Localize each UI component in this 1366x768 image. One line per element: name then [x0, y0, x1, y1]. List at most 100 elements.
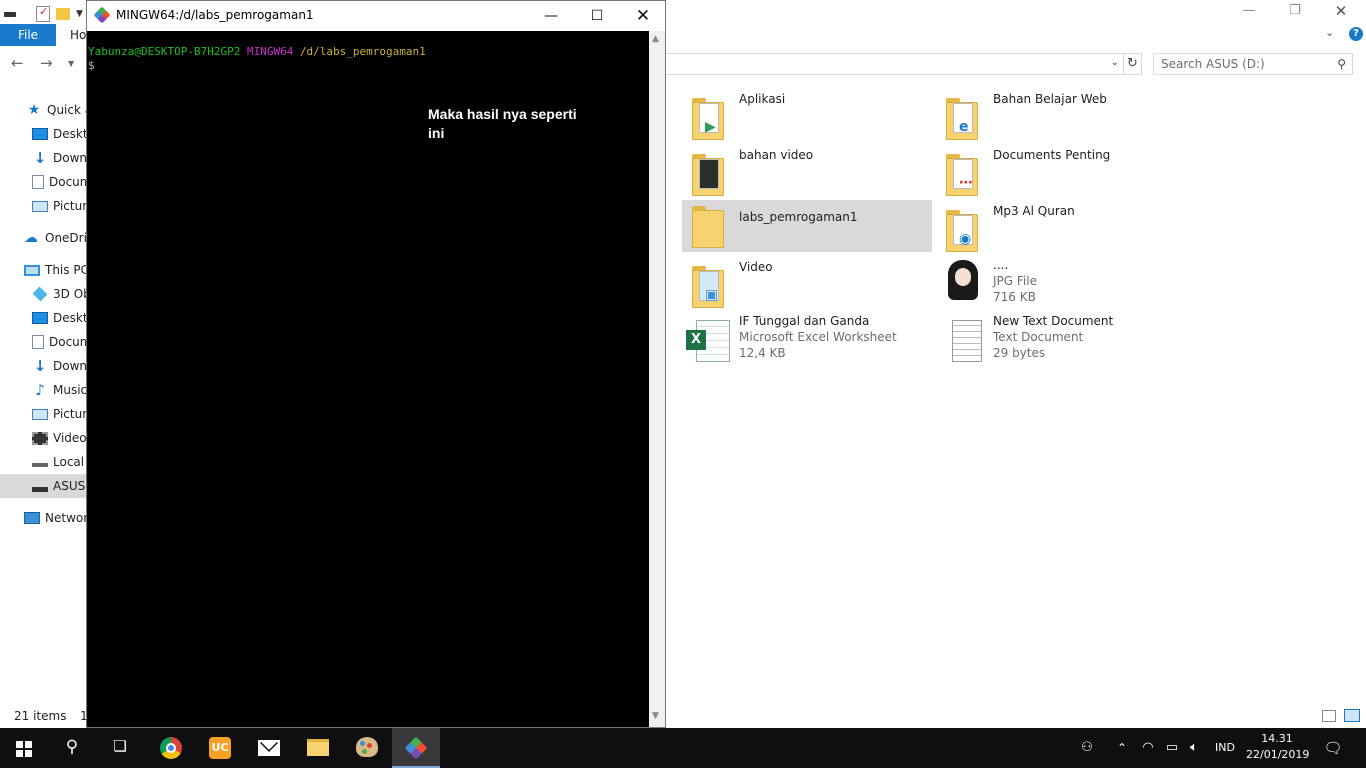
music-icon: ♪ [35, 381, 45, 399]
file-item-labs-pemrogaman1[interactable]: labs_pemrogaman1 [682, 200, 932, 252]
clock[interactable]: 14.31 22/01/2019 [1246, 731, 1310, 763]
sidebar-item-label: Desktop [53, 127, 86, 141]
sidebar-item-videos[interactable]: Videos [0, 426, 86, 450]
customize-toolbar-icon[interactable]: ▼ [76, 9, 83, 19]
sidebar-item-onedrive[interactable]: ☁ OneDrive [0, 226, 86, 250]
search-button[interactable]: ⚲ [48, 728, 96, 768]
large-icons-view-icon[interactable] [1344, 709, 1360, 722]
tab-file[interactable]: File [0, 24, 56, 46]
sidebar-item-local-disk[interactable]: Local Disk (C:) [0, 450, 86, 474]
taskbar: ⚲ ❏ UC ⚇ ⌃ ◠ ▭ 🔈︎ IND 14.31 22/01/2019 🗨… [0, 728, 1366, 768]
minimize-button[interactable]: — [1226, 0, 1272, 22]
taskbar-app-uc-browser[interactable]: UC [196, 728, 244, 768]
maximize-button[interactable]: ☐ [574, 1, 620, 31]
git-bash-window[interactable]: MINGW64:/d/labs_pemrogaman1 — ☐ ✕ Yabunz… [86, 0, 666, 728]
new-folder-icon[interactable] [56, 8, 70, 20]
file-size: 716 KB [993, 290, 1036, 304]
sidebar-item-desktop[interactable]: Desktop [0, 122, 86, 146]
sidebar-item-documents[interactable]: Documents [0, 170, 86, 194]
close-button[interactable]: ✕ [1318, 0, 1364, 22]
refresh-icon[interactable]: ↻ [1124, 53, 1142, 75]
language-indicator[interactable]: IND [1212, 728, 1238, 768]
file-item-jpg[interactable]: .... JPG File 716 KB [936, 256, 1186, 308]
file-size: 29 bytes [993, 346, 1046, 360]
sidebar-item-label: OneDrive [45, 231, 86, 245]
tab-home[interactable]: Ho [70, 24, 86, 46]
notification-icon[interactable]: 🗨︎ [1318, 728, 1348, 768]
sidebar-item-pictures[interactable]: Pictures [0, 194, 86, 218]
pictures-icon [32, 200, 48, 212]
sidebar-item-pictures-pc[interactable]: Pictures [0, 402, 86, 426]
close-button[interactable]: ✕ [620, 1, 666, 31]
search-input[interactable]: Search ASUS (D:) ⚲ [1153, 53, 1353, 75]
scrollbar[interactable]: ▲ ▼ [649, 31, 665, 727]
wifi-icon[interactable]: ◠ [1138, 728, 1158, 768]
properties-icon[interactable] [36, 5, 50, 22]
taskbar-app-paint[interactable] [343, 728, 391, 768]
battery-icon[interactable]: ▭ [1162, 728, 1182, 768]
search-icon: ⚲ [1337, 57, 1346, 71]
chevron-up-icon[interactable]: ⌃ [1112, 728, 1132, 768]
file-item-bahan-belajar-web[interactable]: e Bahan Belajar Web [936, 92, 1186, 144]
terminal-output[interactable]: Yabunza@DESKTOP-B7H2GP2 MINGW64 /d/labs_… [87, 31, 649, 727]
download-icon: ↓ [33, 149, 47, 167]
sidebar-item-downloads[interactable]: ↓ Downloads [0, 146, 86, 170]
task-view-icon: ❏ [113, 737, 127, 755]
sidebar-item-documents-pc[interactable]: Documents [0, 330, 86, 354]
sidebar-item-asus-drive[interactable]: ASUS (D:) [0, 474, 86, 498]
desktop-icon [32, 128, 48, 140]
minimize-button[interactable]: — [528, 1, 574, 31]
details-view-icon[interactable] [1322, 710, 1336, 722]
prompt-path: /d/labs_pemrogaman1 [299, 45, 426, 58]
volume-icon[interactable]: 🔈︎ [1184, 728, 1204, 768]
file-item-documents-penting[interactable]: ⋯ Documents Penting [936, 148, 1186, 200]
sidebar-item-label: Pictures [53, 407, 86, 421]
people-icon[interactable]: ⚇ [1076, 728, 1098, 768]
folder-icon [692, 152, 726, 196]
help-icon[interactable]: ? [1349, 27, 1363, 41]
sidebar-item-label: Quick access [47, 103, 86, 117]
excel-icon: X [686, 318, 730, 362]
sidebar-item-label: 3D Objects [53, 287, 86, 301]
taskbar-app-git-bash[interactable] [392, 728, 440, 768]
windows-start-icon [16, 741, 32, 757]
scroll-up-icon[interactable]: ▲ [652, 34, 659, 44]
sidebar-item-this-pc[interactable]: This PC [0, 258, 86, 282]
sidebar-item-downloads-pc[interactable]: ↓ Downloads [0, 354, 86, 378]
terminal-titlebar[interactable]: MINGW64:/d/labs_pemrogaman1 — ☐ ✕ [87, 1, 665, 31]
task-view-button[interactable]: ❏ [96, 728, 144, 768]
address-bar[interactable]: ⌄ [664, 53, 1124, 75]
sidebar-item-music[interactable]: ♪ Music [0, 378, 86, 402]
drive-icon[interactable] [4, 11, 16, 17]
restore-button[interactable]: ❐ [1272, 0, 1318, 22]
file-item-new-text-document[interactable]: New Text Document Text Document 29 bytes [936, 314, 1186, 366]
taskbar-app-mail[interactable] [245, 728, 293, 768]
chevron-down-icon[interactable]: ⌄ [1111, 57, 1119, 68]
sidebar-item-network[interactable]: Network [0, 506, 86, 530]
file-name: Bahan Belajar Web [993, 92, 1107, 106]
file-item-mp3-al-quran[interactable]: ◉ Mp3 Al Quran [936, 204, 1186, 256]
folder-icon: ⋯ [946, 152, 980, 196]
file-item-aplikasi[interactable]: ▶ Aplikasi [682, 92, 932, 144]
sidebar-item-desktop-pc[interactable]: Desktop [0, 306, 86, 330]
taskbar-app-file-explorer[interactable] [294, 728, 342, 768]
git-icon [93, 6, 111, 24]
back-arrow-icon[interactable]: ← [11, 54, 24, 72]
taskbar-app-chrome[interactable] [147, 728, 195, 768]
forward-arrow-icon[interactable]: → [40, 54, 53, 72]
sidebar-item-quick-access[interactable]: ★ Quick access [0, 98, 86, 122]
scroll-down-icon[interactable]: ▼ [652, 711, 659, 721]
prompt-user: Yabunza@DESKTOP-B7H2GP2 [88, 45, 241, 58]
recent-locations-icon[interactable]: ▼ [68, 59, 74, 68]
sidebar-item-3d-objects[interactable]: 3D Objects [0, 282, 86, 306]
window-title: MINGW64:/d/labs_pemrogaman1 [116, 8, 314, 22]
clock-date: 22/01/2019 [1246, 748, 1310, 761]
file-item-video[interactable]: ▣ Video [682, 260, 932, 312]
expand-ribbon-icon[interactable]: ⌄ [1325, 26, 1334, 39]
file-item-if-tunggal-dan-ganda[interactable]: X IF Tunggal dan Ganda Microsoft Excel W… [682, 314, 932, 366]
folder-icon: ▣ [692, 264, 726, 308]
file-type: Text Document [993, 330, 1084, 344]
file-item-bahan-video[interactable]: bahan video [682, 148, 932, 200]
status-item-count: 21 items [14, 709, 67, 723]
start-button[interactable] [0, 728, 48, 768]
